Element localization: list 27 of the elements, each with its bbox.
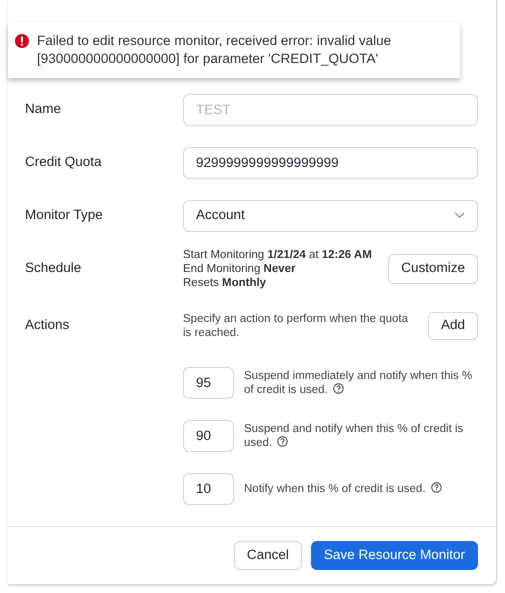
help-icon[interactable] — [332, 382, 344, 394]
help-icon[interactable] — [430, 482, 442, 492]
action-text: Suspend and notify when this % of credit is used. — [244, 422, 464, 450]
field-label: Monitor Type — [25, 206, 104, 224]
help-icon[interactable] — [277, 436, 288, 446]
save-button[interactable]: Save Resource Monitor — [310, 541, 478, 570]
schedule-text: Start Monitoring 1/21/24 at 12:26 AM — [183, 248, 372, 262]
field-label: Actions — [25, 316, 70, 334]
error-icon — [15, 34, 29, 48]
cancel-button[interactable]: Cancel — [234, 541, 302, 570]
field-label: Credit Quota — [25, 153, 103, 172]
action-text: Suspend immediately and notify when this % of credit is used. — [244, 368, 474, 396]
customize-button[interactable]: Customize — [388, 254, 478, 284]
percent-field[interactable]: 95 — [183, 366, 234, 398]
text-field[interactable]: 9299999999999999999 — [183, 146, 478, 178]
schedule-text: End Monitoring Never — [183, 262, 297, 276]
percent-field[interactable]: 10 — [183, 472, 234, 504]
schedule-text: Resets Monthly — [183, 276, 268, 290]
add-button[interactable]: Add — [428, 312, 478, 340]
field-label: Name — [25, 100, 62, 118]
action-text: Notify when this % of credit is used. — [244, 482, 478, 496]
dropdown[interactable]: Account — [183, 200, 478, 232]
actions-description: Specify an action to perform when the quota is reached. — [183, 312, 410, 340]
error-message: Failed to edit resource monitor, received error: invalid value [930000000000000000] for parameter 'CREDIT_QUOTA' — [37, 32, 392, 68]
chevron-down-icon — [454, 212, 465, 219]
percent-field[interactable]: 90 — [183, 420, 234, 452]
field-label: Schedule — [25, 259, 82, 278]
